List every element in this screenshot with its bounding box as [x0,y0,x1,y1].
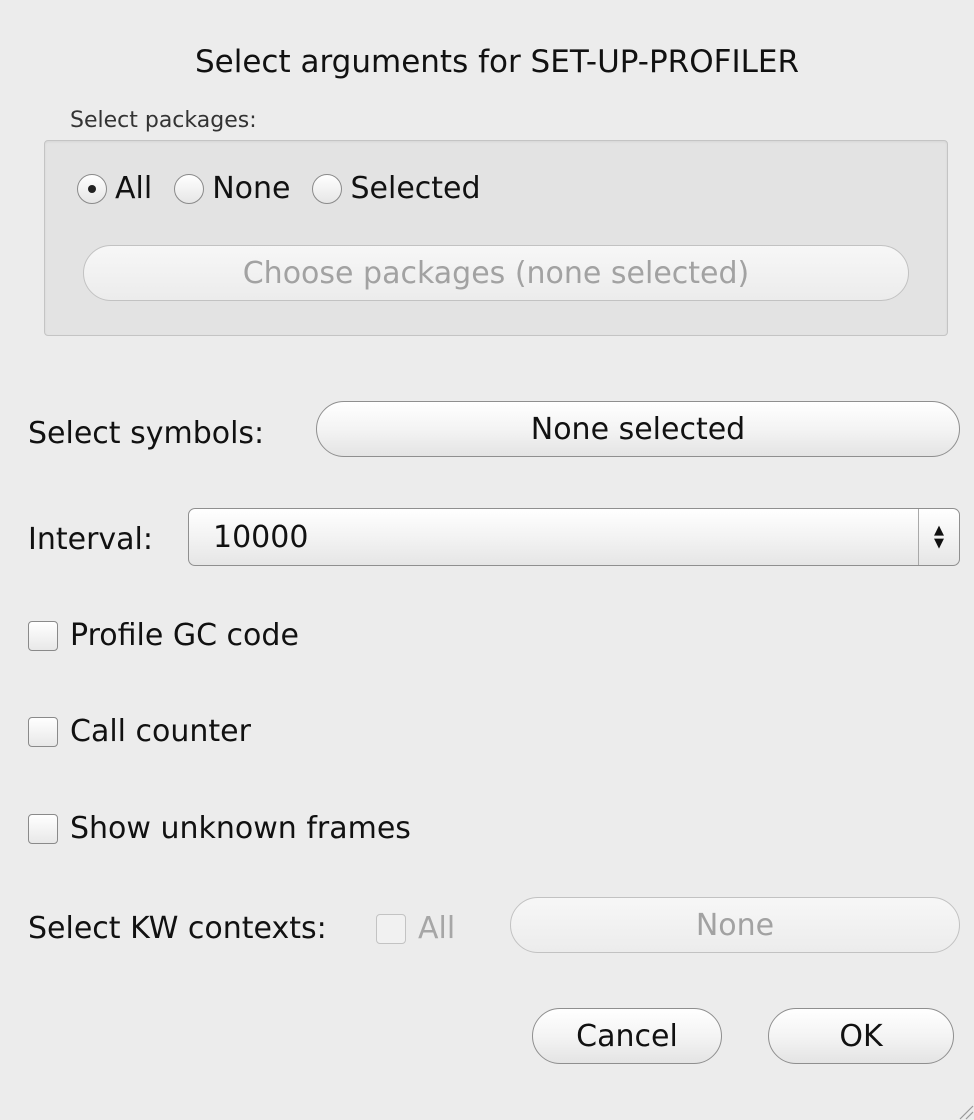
interval-value: 10000 [213,519,309,555]
call-counter-checkbox[interactable] [28,716,58,747]
call-counter-option[interactable]: Call counter [28,714,251,749]
radio-all-label: All [115,171,153,206]
kw-contexts-button[interactable]: None [510,897,960,953]
show-unknown-frames-checkbox[interactable] [28,813,58,844]
kw-all-checkbox[interactable] [376,913,406,944]
updown-arrows-icon[interactable]: ▲ ▼ [918,509,959,565]
select-symbols-button[interactable]: None selected [316,401,960,457]
show-unknown-frames-option[interactable]: Show unknown frames [28,811,411,846]
ok-button[interactable]: OK [768,1008,954,1064]
packages-group-label: Select packages: [70,108,257,133]
resize-grip-icon[interactable] [956,1102,974,1120]
select-symbols-label: Select symbols: [28,416,265,451]
choose-packages-button[interactable]: Choose packages (none selected) [83,245,909,301]
radio-all[interactable]: All [77,171,152,206]
profile-gc-option[interactable]: Profile GC code [28,618,299,653]
radio-selected-label: Selected [350,171,481,206]
radio-selected-dot [88,184,96,193]
dialog-title: Select arguments for SET-UP-PROFILER [194,44,799,80]
interval-label: Interval: [28,522,153,557]
kw-contexts-label: Select KW contexts: [28,911,327,946]
radio-selected-indicator[interactable] [312,173,343,204]
kw-all-option[interactable]: All [376,911,455,946]
radio-none[interactable]: None [174,171,290,206]
profile-gc-label: Profile GC code [70,618,299,653]
profile-gc-checkbox[interactable] [28,620,58,651]
radio-selected[interactable]: Selected [312,171,481,206]
radio-none-indicator[interactable] [174,173,205,204]
call-counter-label: Call counter [70,714,251,749]
packages-group: All None Selected Choose packages (none … [44,140,948,336]
packages-radio-group: All None Selected [77,171,503,206]
interval-select[interactable]: 10000 ▲ ▼ [188,508,960,566]
kw-all-label: All [418,911,456,946]
cancel-button[interactable]: Cancel [532,1008,722,1064]
radio-all-indicator[interactable] [77,173,107,204]
radio-none-label: None [212,171,291,206]
show-unknown-frames-label: Show unknown frames [70,811,411,846]
